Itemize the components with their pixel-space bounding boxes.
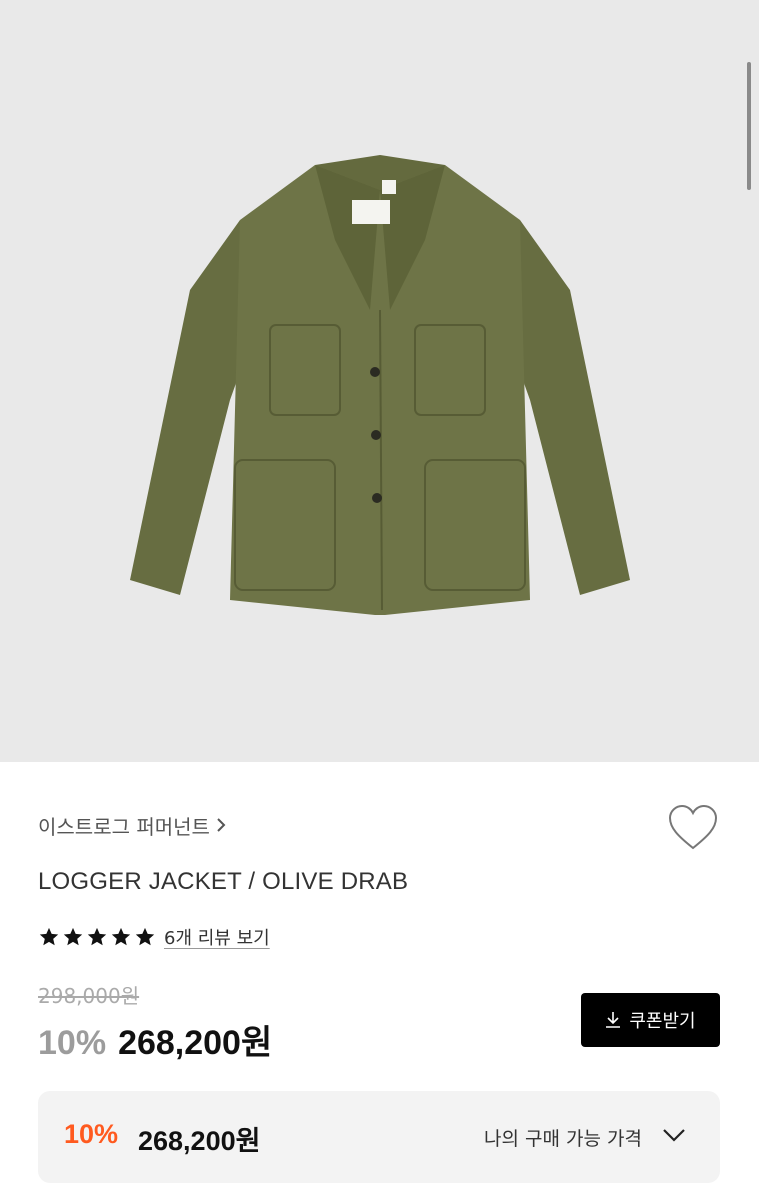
rating-stars (38, 926, 156, 948)
my-price: 268,200원 (138, 1126, 261, 1156)
product-title: LOGGER JACKET / OLIVE DRAB (38, 868, 409, 895)
scrollbar[interactable] (747, 62, 751, 190)
coupon-button[interactable]: 쿠폰받기 (581, 993, 720, 1047)
coupon-button-label: 쿠폰받기 (629, 1011, 696, 1032)
brand-link[interactable]: 이스트로그 퍼머넌트 (38, 810, 226, 840)
product-image[interactable] (0, 0, 759, 762)
star-icon (87, 927, 107, 946)
chevron-right-icon (217, 818, 226, 832)
rating-row: 6개 리뷰 보기 (38, 923, 270, 951)
my-price-label: 나의 구매 가능 가격 (484, 1128, 642, 1150)
sale-price: 268,200원 (118, 1024, 273, 1062)
chevron-down-icon (663, 1129, 685, 1142)
star-icon (39, 927, 59, 946)
my-price-dropdown[interactable]: 10% 268,200원 나의 구매 가능 가격 (38, 1091, 720, 1183)
star-icon (135, 927, 155, 946)
heart-icon[interactable] (666, 802, 720, 852)
download-icon (606, 1012, 621, 1028)
my-discount-rate: 10% (64, 1119, 119, 1149)
original-price: 298,000원 (38, 984, 140, 1008)
jacket-photo (130, 155, 630, 615)
brand-name: 이스트로그 퍼머넌트 (38, 814, 210, 839)
star-icon (63, 927, 83, 946)
star-icon (111, 927, 131, 946)
discount-rate: 10% (38, 1024, 107, 1062)
review-link[interactable]: 6개 리뷰 보기 (164, 924, 270, 950)
price-row: 10% 268,200원 (38, 1015, 272, 1063)
